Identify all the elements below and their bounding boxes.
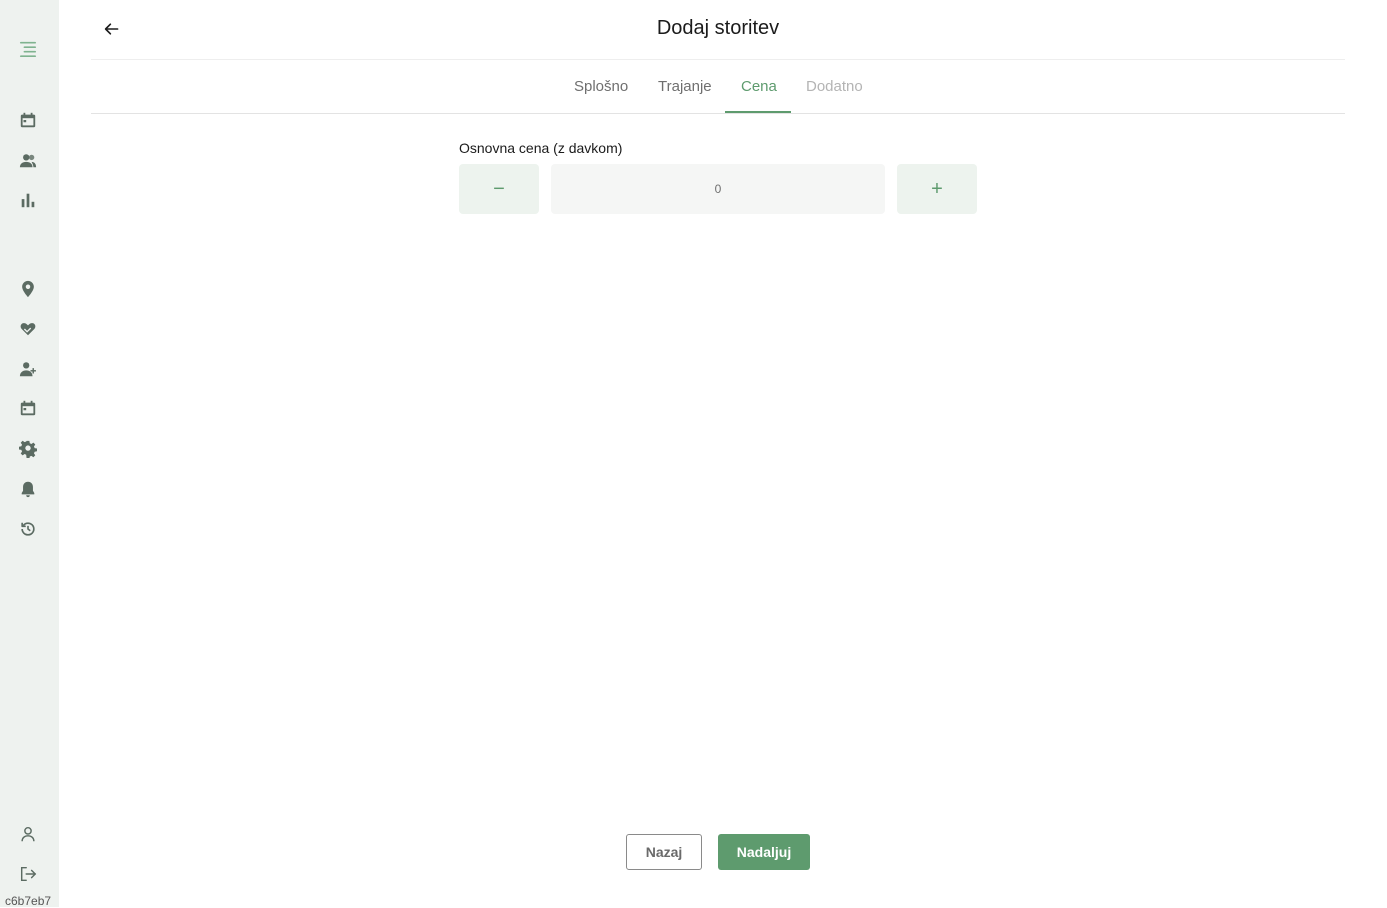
users-icon[interactable] bbox=[18, 151, 38, 171]
continue-button[interactable]: Nadaljuj bbox=[718, 834, 810, 870]
bar-chart-icon[interactable] bbox=[18, 190, 38, 210]
profile-icon[interactable] bbox=[18, 824, 38, 844]
tab-trajanje[interactable]: Trajanje bbox=[658, 78, 712, 95]
sidebar: c6b7eb7 bbox=[0, 0, 59, 908]
version-label: c6b7eb7 bbox=[5, 894, 52, 908]
history-icon[interactable] bbox=[18, 519, 38, 539]
tab-splosno[interactable]: Splošno bbox=[574, 78, 628, 95]
bell-icon[interactable] bbox=[18, 479, 38, 499]
calendar-icon[interactable] bbox=[18, 110, 38, 130]
price-label: Osnovna cena (z davkom) bbox=[459, 140, 623, 156]
location-pin-icon[interactable] bbox=[18, 279, 38, 299]
menu-icon[interactable] bbox=[18, 39, 38, 59]
active-tab-indicator bbox=[725, 111, 791, 113]
tab-cena[interactable]: Cena bbox=[741, 78, 777, 95]
page-header: Dodaj storitev bbox=[91, 0, 1345, 60]
page-title: Dodaj storitev bbox=[656, 17, 780, 39]
add-user-icon[interactable] bbox=[18, 359, 38, 379]
increment-button[interactable]: + bbox=[897, 164, 977, 214]
decrement-button[interactable]: − bbox=[459, 164, 539, 214]
back-button[interactable]: Nazaj bbox=[626, 834, 702, 870]
tab-bar: Splošno Trajanje Cena Dodatno bbox=[91, 60, 1345, 114]
logout-icon[interactable] bbox=[18, 864, 38, 884]
calendar-icon[interactable] bbox=[18, 398, 38, 418]
handshake-heart-icon[interactable] bbox=[18, 319, 38, 339]
tab-dodatno[interactable]: Dodatno bbox=[806, 78, 863, 95]
price-input[interactable]: 0 bbox=[551, 164, 885, 214]
gear-icon[interactable] bbox=[18, 439, 38, 459]
